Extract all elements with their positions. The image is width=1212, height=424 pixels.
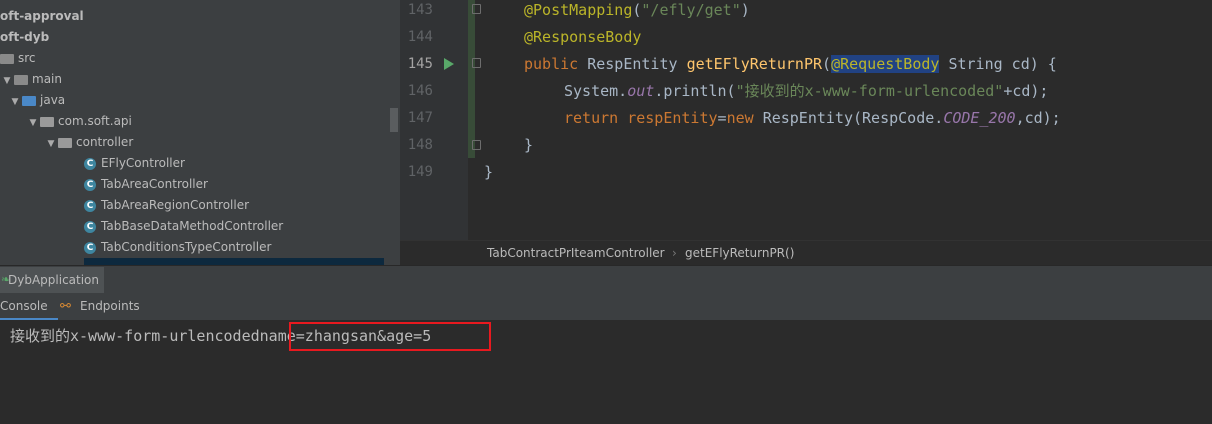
tab-endpoints[interactable]: Endpoints [80, 293, 140, 320]
code-text: ,cd); [1015, 109, 1061, 127]
tree-item-partial[interactable] [84, 258, 384, 265]
chevron-right-icon: › [672, 246, 677, 260]
tree-item-soft-approval[interactable]: oft-approval [0, 6, 84, 27]
tree-item-src[interactable]: src [0, 48, 36, 69]
code-param: String cd [948, 55, 1030, 73]
source-folder-icon [22, 95, 36, 106]
tree-item-label: java [40, 93, 66, 107]
tree-item-label: TabAreaRegionController [101, 198, 250, 212]
code-operator: = [717, 109, 727, 127]
line-number: 145 [407, 56, 433, 72]
chevron-down-icon[interactable]: ▼ [26, 113, 40, 134]
run-config-tab[interactable]: ❧ DybApplication [0, 267, 104, 293]
code-string: "/efly/get" [641, 1, 741, 19]
code-method-name: getEFlyReturnPR [686, 55, 823, 73]
console-text: 接收到的x-www-form-urlencoded [10, 327, 260, 345]
class-icon: C [84, 178, 96, 191]
chevron-down-icon[interactable]: ▼ [0, 71, 14, 92]
breadcrumb-item-method[interactable]: getEFlyReturnPR() [685, 241, 794, 266]
code-line-147: return respEntity=new RespEntity(RespCod… [564, 105, 1061, 132]
tree-item-class[interactable]: C TabAreaRegionController [84, 195, 249, 216]
code-annotation: @RequestBody [831, 55, 940, 73]
code-variable: respEntity [627, 109, 718, 127]
package-icon [40, 116, 54, 127]
tree-item-class[interactable]: C TabAreaController [84, 174, 208, 195]
fold-icon[interactable] [472, 4, 481, 14]
run-panel-header: ❧ DybApplication [0, 265, 1212, 294]
code-line-148: } [524, 136, 534, 154]
line-number-gutter: 143 144 145 146 147 148 149 [400, 0, 468, 240]
red-highlight-box [289, 322, 491, 351]
code-keyword: return [564, 109, 619, 127]
tree-item-label: controller [76, 135, 134, 149]
endpoints-icon: ⚯ [60, 299, 71, 314]
tree-item-label: oft-approval [0, 9, 84, 23]
class-icon: C [84, 220, 96, 233]
tab-console[interactable]: Console [0, 293, 58, 320]
chevron-down-icon[interactable]: ▼ [44, 134, 58, 155]
code-paren: ) [740, 1, 750, 19]
tree-item-label: oft-dyb [0, 30, 50, 44]
code-keyword: public [524, 55, 579, 73]
package-icon [58, 137, 72, 148]
code-text: ) { [1029, 55, 1057, 73]
chevron-down-icon[interactable]: ▼ [8, 92, 22, 113]
tree-item-controller[interactable]: ▼ controller [44, 132, 134, 155]
folder-icon [14, 74, 28, 85]
code-line-146: System.out.println("接收到的x-www-form-urlen… [564, 78, 1048, 105]
folder-icon [0, 53, 14, 64]
tree-item-soft-dyb[interactable]: oft-dyb [0, 27, 49, 48]
code-keyword: new [726, 109, 754, 127]
code-line-145: public RespEntity getEFlyReturnPR(@Reque… [524, 51, 1057, 78]
tree-item-label: EFlyController [101, 156, 185, 170]
fold-icon[interactable] [472, 140, 481, 150]
breadcrumb-item-class[interactable]: TabContractPrIteamController [487, 241, 665, 266]
line-number: 149 [407, 164, 433, 180]
code-annotation: @PostMapping [524, 1, 633, 19]
code-line-143: @PostMapping("/efly/get") [524, 0, 750, 24]
fold-icon[interactable] [472, 58, 481, 68]
console-output[interactable]: 接收到的x-www-form-urlencodedname=zhangsan&a… [0, 321, 1212, 424]
line-number: 147 [407, 110, 433, 126]
code-text: System. [564, 82, 628, 100]
tree-item-class[interactable]: C EFlyController [84, 153, 185, 174]
class-icon: C [84, 157, 96, 170]
run-tabs-bar: Console ⚯ Endpoints [0, 293, 1212, 321]
code-annotation: @ResponseBody [524, 28, 642, 46]
class-icon: C [84, 199, 96, 212]
class-icon: C [84, 241, 96, 254]
code-line-144: @ResponseBody [524, 24, 641, 51]
code-line-149: } [484, 163, 494, 181]
code-string: "接收到的x-www-form-urlencoded" [735, 82, 1004, 100]
tree-item-label: main [32, 72, 62, 86]
code-text: .println( [654, 82, 736, 100]
tree-item-label: src [18, 51, 36, 65]
run-config-title: DybApplication [8, 273, 100, 287]
tree-item-main[interactable]: ▼ main [0, 69, 62, 90]
tree-item-label: TabBaseDataMethodController [101, 219, 284, 233]
line-number: 148 [407, 137, 433, 153]
breadcrumb: TabContractPrIteamController › getEFlyRe… [400, 240, 1212, 266]
line-number: 143 [407, 2, 433, 18]
code-paren: ( [822, 55, 832, 73]
code-text: RespEntity(RespCode. [762, 109, 944, 127]
tree-item-label: TabAreaController [101, 177, 208, 191]
project-tree-panel: oft-approval oft-dyb src ▼ main ▼ java ▼ co… [0, 0, 400, 265]
run-gutter-icon[interactable] [444, 58, 454, 70]
code-field: out [627, 82, 655, 100]
tree-item-class[interactable]: C TabConditionsTypeController [84, 237, 271, 258]
tree-item-class[interactable]: C TabBaseDataMethodController [84, 216, 283, 237]
code-text: +cd); [1003, 82, 1049, 100]
tree-item-label: TabConditionsTypeController [101, 240, 272, 254]
code-editor[interactable]: 143 144 145 146 147 148 149 @PostMapping… [400, 0, 1212, 240]
tree-item-com-soft-api[interactable]: ▼ com.soft.api [26, 111, 132, 132]
tree-item-java[interactable]: ▼ java [8, 90, 66, 113]
code-field: CODE_200 [943, 109, 1016, 127]
line-number: 144 [407, 29, 433, 45]
tree-item-label: com.soft.api [58, 114, 132, 128]
vcs-change-marker[interactable] [468, 0, 475, 158]
tree-scrollbar[interactable] [390, 108, 398, 132]
line-number: 146 [407, 83, 433, 99]
code-type: RespEntity [587, 55, 678, 73]
